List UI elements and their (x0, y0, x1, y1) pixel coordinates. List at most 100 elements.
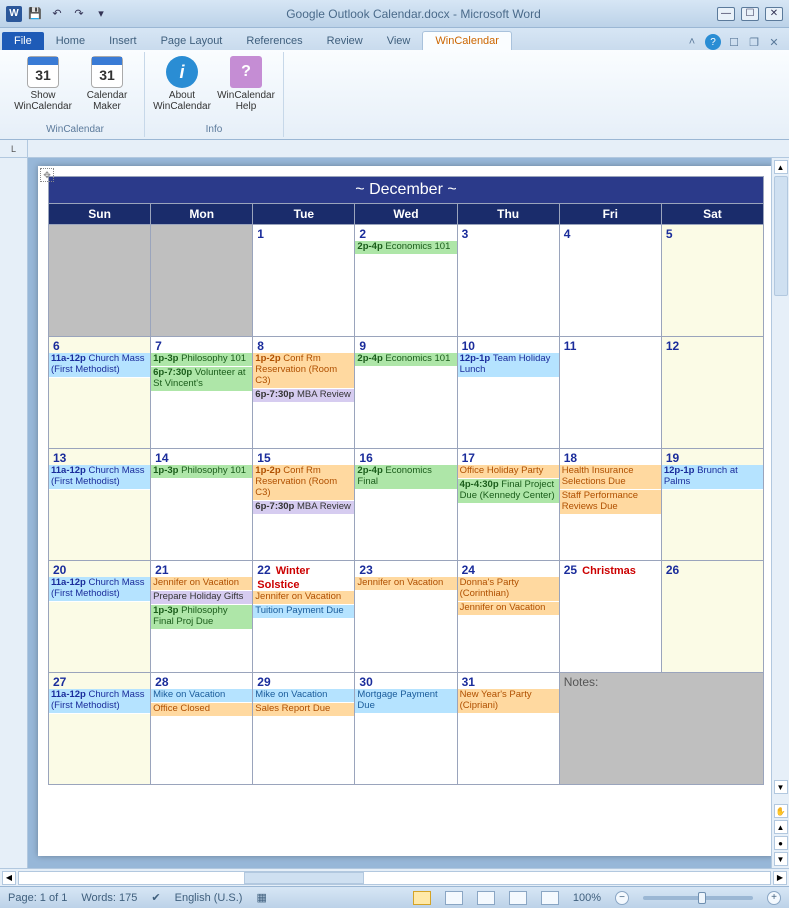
tab-view[interactable]: View (375, 32, 423, 50)
calendar-cell[interactable]: Notes: (559, 673, 763, 785)
calendar-event[interactable]: 1p-2p Conf Rm Reservation (Room C3) (253, 465, 354, 501)
help-icon[interactable]: ? (705, 34, 721, 50)
proofing-icon[interactable]: ✔ (151, 891, 160, 904)
tab-selector[interactable]: L (0, 140, 28, 158)
calendar-event[interactable]: Mortgage Payment Due (355, 689, 456, 714)
ribbon-maker-button[interactable]: 31CalendarMaker (78, 54, 136, 123)
vertical-scrollbar[interactable]: ▲ ▼ ✋ ▲ ● ▼ (771, 158, 789, 868)
calendar-cell[interactable]: 71p-3p Philosophy 1016p-7:30p Volunteer … (151, 337, 253, 449)
calendar-event[interactable]: 11a-12p Church Mass (First Methodist) (49, 577, 150, 602)
zoom-out-button[interactable]: − (615, 891, 629, 905)
word-count[interactable]: Words: 175 (81, 892, 137, 904)
calendar-event[interactable]: 12p-1p Brunch at Palms (662, 465, 763, 490)
calendar-event[interactable]: 6p-7:30p MBA Review (253, 501, 354, 515)
calendar-event[interactable]: Mike on Vacation (151, 689, 252, 703)
calendar-cell[interactable]: 23Jennifer on Vacation (355, 561, 457, 673)
calendar-cell[interactable]: 1912p-1p Brunch at Palms (661, 449, 763, 561)
calendar-event[interactable]: 1p-3p Philosophy 101 (151, 465, 252, 479)
calendar-event[interactable]: Sales Report Due (253, 703, 354, 717)
calendar-cell[interactable]: 17Office Holiday Party4p-4:30p Final Pro… (457, 449, 559, 561)
scroll-down-icon[interactable]: ▼ (774, 780, 788, 794)
browse-object-icon[interactable]: ● (774, 836, 788, 850)
calendar-event[interactable]: Staff Performance Reviews Due (560, 490, 661, 515)
calendar-event[interactable]: 2p-4p Economics Final (355, 465, 456, 490)
calendar-event[interactable]: 6p-7:30p Volunteer at St Vincent's (151, 367, 252, 392)
tab-review[interactable]: Review (315, 32, 375, 50)
calendar-cell[interactable]: 31New Year's Party (Cipriani) (457, 673, 559, 785)
calendar-cell[interactable]: 12 (661, 337, 763, 449)
view-web-layout[interactable] (477, 891, 495, 905)
scroll-right-icon[interactable]: ▶ (773, 871, 787, 885)
close-button[interactable]: ✕ (765, 7, 783, 21)
calendar-event[interactable]: New Year's Party (Cipriani) (458, 689, 559, 714)
window-mdi-close-icon[interactable]: ✕ (767, 35, 781, 49)
calendar-cell[interactable]: 92p-4p Economics 101 (355, 337, 457, 449)
calendar-event[interactable]: Mike on Vacation (253, 689, 354, 703)
calendar-cell[interactable]: 26 (661, 561, 763, 673)
calendar-cell[interactable]: 2011a-12p Church Mass (First Methodist) (49, 561, 151, 673)
calendar-cell[interactable]: 21Jennifer on VacationPrepare Holiday Gi… (151, 561, 253, 673)
scroll-thumb[interactable] (774, 176, 788, 296)
calendar-event[interactable]: Health Insurance Selections Due (560, 465, 661, 490)
ribbon-help-button[interactable]: ?WinCalendarHelp (217, 54, 275, 123)
calendar-event[interactable]: Jennifer on Vacation (151, 577, 252, 591)
minimize-button[interactable]: — (717, 7, 735, 21)
window-restore-icon[interactable]: ☐ (727, 35, 741, 49)
calendar-cell[interactable]: 22 Winter SolsticeJennifer on VacationTu… (253, 561, 355, 673)
save-icon[interactable]: 💾 (26, 5, 44, 23)
zoom-slider[interactable] (643, 896, 753, 900)
macro-icon[interactable]: ▦ (256, 891, 266, 904)
calendar-event[interactable]: Donna's Party (Corinthian) (458, 577, 559, 602)
calendar-event[interactable]: 2p-4p Economics 101 (355, 353, 456, 367)
horizontal-scrollbar[interactable]: ◀ ▶ (0, 868, 789, 886)
calendar-cell[interactable]: 3 (457, 225, 559, 337)
calendar-cell[interactable]: 30Mortgage Payment Due (355, 673, 457, 785)
calendar-cell[interactable]: 25 Christmas (559, 561, 661, 673)
calendar-cell[interactable]: 1311a-12p Church Mass (First Methodist) (49, 449, 151, 561)
calendar-cell[interactable]: 81p-2p Conf Rm Reservation (Room C3)6p-7… (253, 337, 355, 449)
calendar-event[interactable]: Office Closed (151, 703, 252, 717)
tab-file[interactable]: File (2, 32, 44, 50)
calendar-cell[interactable]: 162p-4p Economics Final (355, 449, 457, 561)
calendar-event[interactable]: 4p-4:30p Final Project Due (Kennedy Cent… (458, 479, 559, 504)
calendar-cell[interactable]: 151p-2p Conf Rm Reservation (Room C3)6p-… (253, 449, 355, 561)
calendar-cell[interactable]: 611a-12p Church Mass (First Methodist) (49, 337, 151, 449)
undo-icon[interactable]: ↶ (48, 5, 66, 23)
calendar-cell[interactable]: 29Mike on VacationSales Report Due (253, 673, 355, 785)
calendar-event[interactable]: Jennifer on Vacation (253, 591, 354, 605)
calendar-cell[interactable] (151, 225, 253, 337)
calendar-cell[interactable]: 1 (253, 225, 355, 337)
tab-page-layout[interactable]: Page Layout (149, 32, 235, 50)
calendar-event[interactable]: 11a-12p Church Mass (First Methodist) (49, 353, 150, 378)
calendar-event[interactable]: 2p-4p Economics 101 (355, 241, 456, 255)
next-page-icon[interactable]: ▼ (774, 852, 788, 866)
zoom-in-button[interactable]: + (767, 891, 781, 905)
table-move-handle[interactable]: ✥ (40, 168, 54, 182)
calendar-cell[interactable] (49, 225, 151, 337)
redo-icon[interactable]: ↷ (70, 5, 88, 23)
page-indicator[interactable]: Page: 1 of 1 (8, 892, 67, 904)
maximize-button[interactable]: ☐ (741, 7, 759, 21)
tab-wincalendar[interactable]: WinCalendar (422, 31, 512, 50)
calendar-event[interactable]: Office Holiday Party (458, 465, 559, 479)
calendar-cell[interactable]: 1012p-1p Team Holiday Lunch (457, 337, 559, 449)
hand-tool-icon[interactable]: ✋ (774, 804, 788, 818)
window-mdi-restore-icon[interactable]: ❐ (747, 35, 761, 49)
view-print-layout[interactable] (413, 891, 431, 905)
ribbon-about-button[interactable]: iAboutWinCalendar (153, 54, 211, 123)
calendar-cell[interactable]: 28Mike on VacationOffice Closed (151, 673, 253, 785)
calendar-event[interactable]: 11a-12p Church Mass (First Methodist) (49, 689, 150, 714)
calendar-event[interactable]: Prepare Holiday Gifts (151, 591, 252, 605)
zoom-level[interactable]: 100% (573, 892, 601, 904)
tab-home[interactable]: Home (44, 32, 97, 50)
calendar-event[interactable]: 1p-3p Philosophy Final Proj Due (151, 605, 252, 630)
calendar-cell[interactable]: 11 (559, 337, 661, 449)
calendar-cell[interactable]: 141p-3p Philosophy 101 (151, 449, 253, 561)
ribbon-show-button[interactable]: 31ShowWinCalendar (14, 54, 72, 123)
scroll-left-icon[interactable]: ◀ (2, 871, 16, 885)
calendar-event[interactable]: 12p-1p Team Holiday Lunch (458, 353, 559, 378)
view-full-screen[interactable] (445, 891, 463, 905)
calendar-event[interactable]: 6p-7:30p MBA Review (253, 389, 354, 403)
calendar-cell[interactable]: 18Health Insurance Selections DueStaff P… (559, 449, 661, 561)
calendar-cell[interactable]: 4 (559, 225, 661, 337)
